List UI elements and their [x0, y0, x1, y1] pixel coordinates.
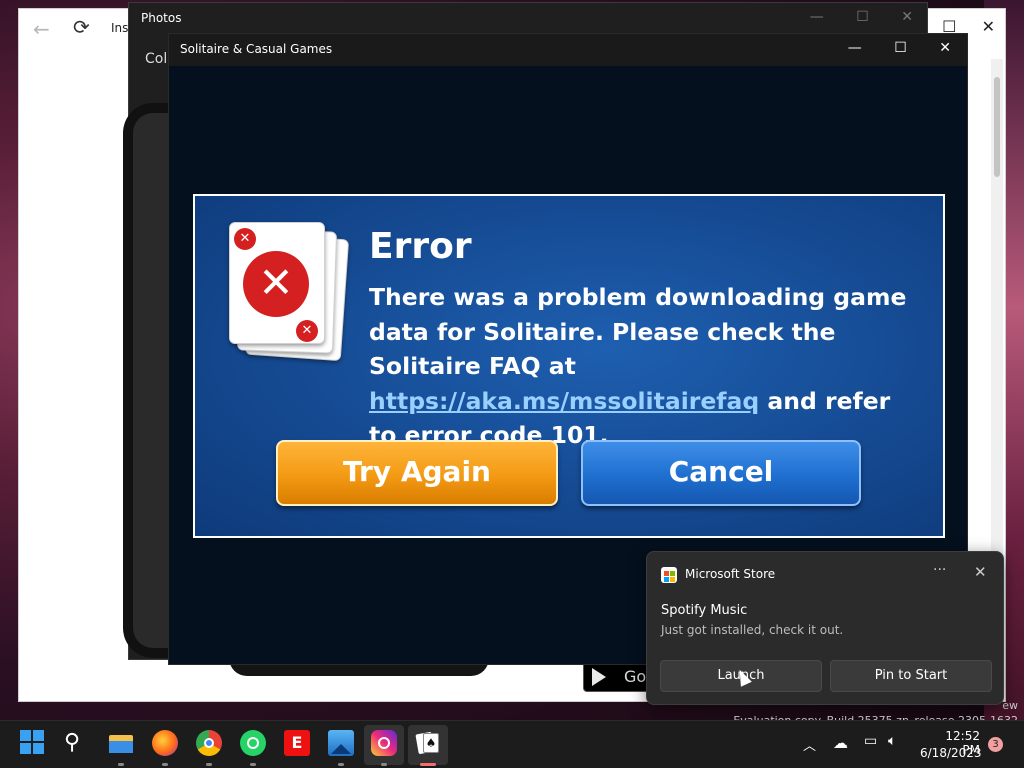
google-play-label: Go [624, 667, 647, 686]
store-notification[interactable]: Microsoft Store ··· ✕ Spotify Music Just… [646, 551, 1004, 705]
solitaire-title: Solitaire & Casual Games [180, 42, 333, 56]
error-x-small-icon: ✕ [296, 320, 318, 342]
notification-heading: Spotify Music [661, 603, 748, 618]
active-indicator [420, 763, 436, 766]
notification-message: Just got installed, check it out. [661, 623, 844, 637]
back-tab-label: Ins [111, 21, 129, 35]
start-icon[interactable] [20, 730, 46, 756]
taskbar: ⚲ E ♠ ︿ ☁ ▭ 🔈︎ 12:52 PM 6/18/2023 [0, 720, 1024, 768]
solitaire-window-controls: — ☐ ✕ [820, 40, 951, 56]
error-message-text: There was a problem downloading game dat… [369, 283, 907, 380]
network-icon[interactable]: ▭ [864, 733, 877, 749]
error-cards-icon: ✕ ✕ ✕ [229, 222, 350, 372]
whatsapp-icon[interactable] [240, 730, 266, 756]
onedrive-icon[interactable]: ☁ [833, 734, 848, 752]
maximize-icon[interactable]: ☐ [894, 40, 907, 56]
maximize-icon[interactable]: ☐ [856, 9, 869, 25]
volume-icon[interactable]: 🔈︎ [888, 733, 896, 749]
photos-window-controls: — ☐ ✕ [782, 9, 913, 25]
search-icon[interactable]: ⚲ [64, 730, 90, 756]
running-indicator [118, 763, 124, 766]
minimize-icon[interactable]: — [848, 40, 862, 56]
microsoft-store-icon [661, 567, 677, 583]
back-arrow-icon[interactable]: ← [33, 17, 50, 41]
error-x-icon: ✕ [243, 251, 309, 317]
file-explorer-icon[interactable] [108, 730, 134, 756]
try-again-button[interactable]: Try Again [276, 440, 558, 506]
firefox-icon[interactable] [152, 730, 178, 756]
running-indicator [381, 763, 387, 766]
running-indicator [162, 763, 168, 766]
error-x-small-icon: ✕ [234, 228, 256, 250]
faq-link[interactable]: https://aka.ms/mssolitairefaq [369, 387, 759, 415]
close-icon[interactable]: ✕ [974, 563, 987, 581]
close-icon[interactable]: ✕ [901, 9, 913, 25]
notification-badge[interactable]: 3 [988, 737, 1003, 752]
running-indicator [338, 763, 344, 766]
error-title: Error [369, 226, 472, 267]
close-icon[interactable]: ✕ [982, 17, 995, 36]
chevron-up-icon[interactable]: ︿ [803, 735, 816, 754]
cancel-button[interactable]: Cancel [581, 440, 861, 506]
instagram-icon[interactable] [371, 730, 397, 756]
close-icon[interactable]: ✕ [939, 40, 951, 56]
more-options-icon[interactable]: ··· [933, 562, 946, 578]
minimize-icon[interactable]: — [810, 9, 824, 25]
card-front: ✕ ✕ ✕ [229, 222, 325, 344]
pin-to-start-button[interactable]: Pin to Start [830, 660, 992, 692]
running-indicator [206, 763, 212, 766]
error-message: There was a problem downloading game dat… [369, 280, 909, 453]
solitaire-titlebar: Solitaire & Casual Games — ☐ ✕ [169, 34, 967, 66]
notification-app-name: Microsoft Store [685, 567, 776, 581]
photos-title: Photos [141, 11, 182, 25]
clock-date[interactable]: 6/18/2023 [920, 746, 982, 760]
refresh-icon[interactable]: ⟳ [73, 15, 90, 39]
scrollbar-thumb[interactable] [994, 77, 1000, 177]
photos-icon[interactable] [328, 730, 354, 756]
solitaire-icon[interactable]: ♠ [415, 730, 441, 756]
running-indicator [250, 763, 256, 766]
espn-icon[interactable]: E [284, 730, 310, 756]
error-dialog: ✕ ✕ ✕ Error There was a problem download… [193, 194, 945, 538]
play-icon [592, 668, 606, 686]
chrome-icon[interactable] [196, 730, 222, 756]
